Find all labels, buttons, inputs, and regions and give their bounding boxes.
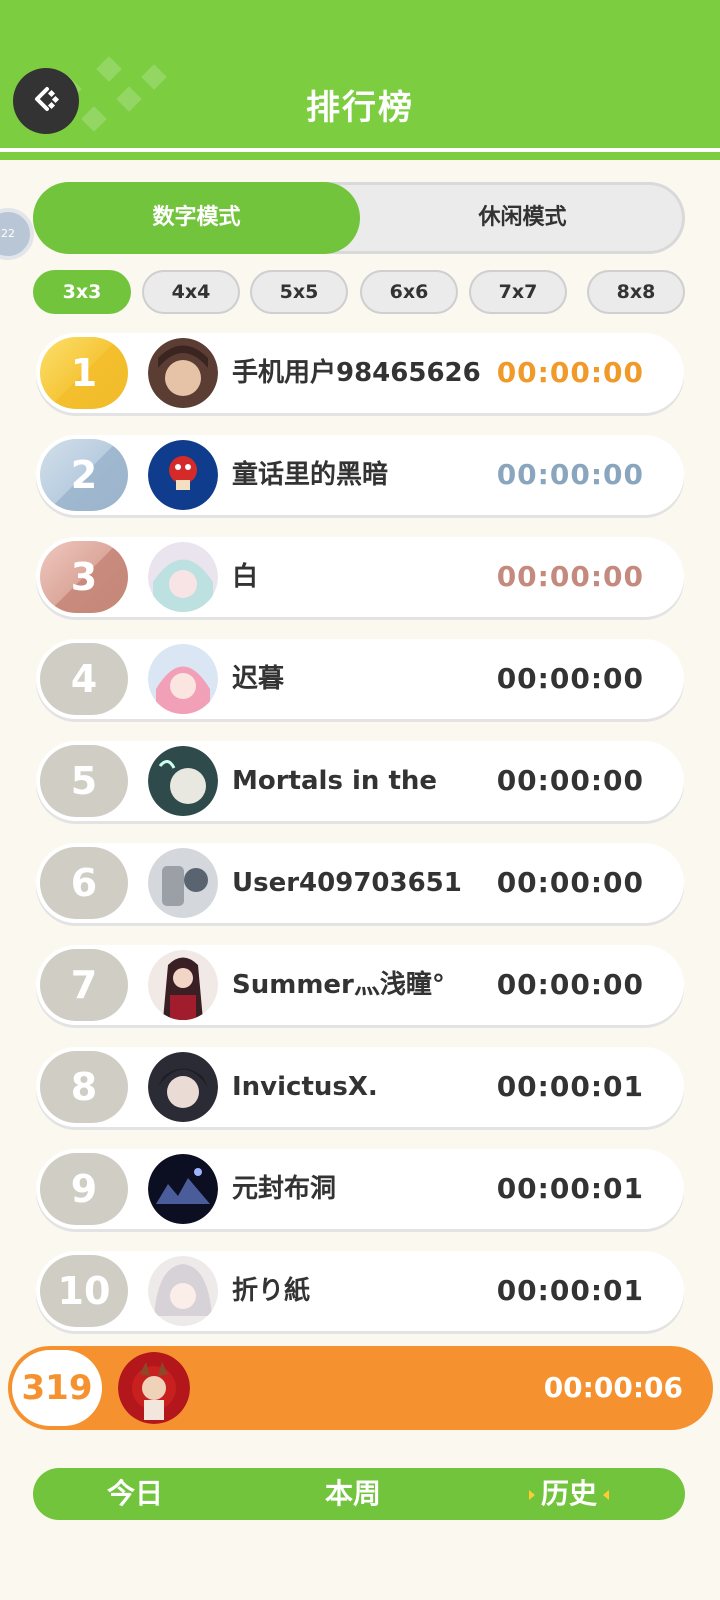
- leaderboard-row[interactable]: 1 手机用户98465626 00:00:00: [36, 333, 684, 413]
- tab-this-week-label: 本周: [324, 1477, 381, 1510]
- leaderboard-row[interactable]: 5 Mortals in the 00:00:00: [36, 741, 684, 821]
- size-4x4[interactable]: 4x4: [142, 270, 240, 314]
- side-badge[interactable]: 22: [0, 208, 34, 260]
- header-bar: [0, 0, 720, 152]
- player-name: Mortals in the: [232, 766, 438, 796]
- tab-today-label: 今日: [106, 1477, 163, 1510]
- player-time: 00:00:00: [496, 968, 644, 1001]
- avatar: [148, 1256, 218, 1326]
- leaderboard-row[interactable]: 7 Summer灬浅瞳° 00:00:00: [36, 945, 684, 1025]
- page-title: 排行榜: [306, 88, 414, 128]
- tab-history[interactable]: 历史: [469, 1468, 669, 1520]
- rank-badge: 4: [40, 643, 128, 715]
- arrow-right-icon: [528, 1490, 535, 1500]
- grid-size-selector: 3x3 4x4 5x5 6x6 7x7 8x8: [33, 270, 685, 318]
- avatar: [148, 440, 218, 510]
- avatar: [148, 950, 218, 1020]
- leaderboard-row[interactable]: 10 折り紙 00:00:01: [36, 1251, 684, 1331]
- leaderboard-row[interactable]: 9 元封布洞 00:00:01: [36, 1149, 684, 1229]
- player-time: 00:00:01: [496, 1172, 644, 1205]
- leaderboard-row[interactable]: 4 迟暮 00:00:00: [36, 639, 684, 719]
- avatar: [148, 746, 218, 816]
- rank-badge: 2: [40, 439, 128, 511]
- player-name: 手机用户98465626: [232, 358, 481, 388]
- my-rank-badge: 319: [12, 1350, 102, 1426]
- player-time: 00:00:00: [496, 458, 644, 491]
- tab-history-label: 历史: [540, 1477, 597, 1510]
- leaderboard-row[interactable]: 2 童话里的黑暗 00:00:00: [36, 435, 684, 515]
- avatar: [148, 338, 218, 408]
- rank-badge: 10: [40, 1255, 128, 1327]
- player-time: 00:00:01: [496, 1070, 644, 1103]
- avatar: [148, 1154, 218, 1224]
- player-time: 00:00:00: [496, 764, 644, 797]
- avatar: [148, 1052, 218, 1122]
- header-stripe: [0, 152, 720, 160]
- player-time: 00:00:00: [496, 662, 644, 695]
- player-name: 折り紙: [232, 1276, 311, 1306]
- size-6x6[interactable]: 6x6: [360, 270, 458, 314]
- player-time: 00:00:00: [496, 560, 644, 593]
- rank-badge: 7: [40, 949, 128, 1021]
- my-rank-row[interactable]: 319 00:00:06: [8, 1346, 713, 1430]
- avatar: [148, 644, 218, 714]
- player-name: 迟暮: [232, 664, 285, 694]
- rank-badge: 3: [40, 541, 128, 613]
- player-name: 元封布洞: [232, 1174, 337, 1204]
- player-name: 白: [232, 562, 259, 592]
- arrow-left-icon: [603, 1490, 609, 1500]
- mode-switcher: 数字模式 休闲模式: [33, 182, 685, 254]
- player-time: 00:00:00: [496, 356, 644, 389]
- size-7x7[interactable]: 7x7: [469, 270, 567, 314]
- rank-badge: 1: [40, 337, 128, 409]
- my-avatar: [118, 1352, 190, 1424]
- player-name: Summer灬浅瞳°: [232, 970, 445, 1000]
- period-switcher: 今日 本周 历史: [33, 1468, 685, 1520]
- size-8x8[interactable]: 8x8: [587, 270, 685, 314]
- tab-this-week[interactable]: 本周: [253, 1468, 453, 1520]
- size-3x3[interactable]: 3x3: [33, 270, 131, 314]
- player-time: 00:00:00: [496, 866, 644, 899]
- my-time: 00:00:06: [543, 1371, 683, 1404]
- size-5x5[interactable]: 5x5: [250, 270, 348, 314]
- player-name: InvictusX.: [232, 1072, 378, 1102]
- leaderboard-row[interactable]: 8 InvictusX. 00:00:01: [36, 1047, 684, 1127]
- player-name: User409703651: [232, 868, 462, 898]
- rank-badge: 9: [40, 1153, 128, 1225]
- rank-badge: 5: [40, 745, 128, 817]
- rank-badge: 6: [40, 847, 128, 919]
- tab-casual-mode[interactable]: 休闲模式: [360, 182, 685, 254]
- player-time: 00:00:01: [496, 1274, 644, 1307]
- rank-badge: 8: [40, 1051, 128, 1123]
- avatar: [148, 542, 218, 612]
- avatar: [148, 848, 218, 918]
- tab-number-mode[interactable]: 数字模式: [33, 182, 360, 254]
- tab-today[interactable]: 今日: [35, 1468, 235, 1520]
- player-name: 童话里的黑暗: [232, 460, 389, 490]
- leaderboard-row[interactable]: 6 User409703651 00:00:00: [36, 843, 684, 923]
- leaderboard-row[interactable]: 3 白 00:00:00: [36, 537, 684, 617]
